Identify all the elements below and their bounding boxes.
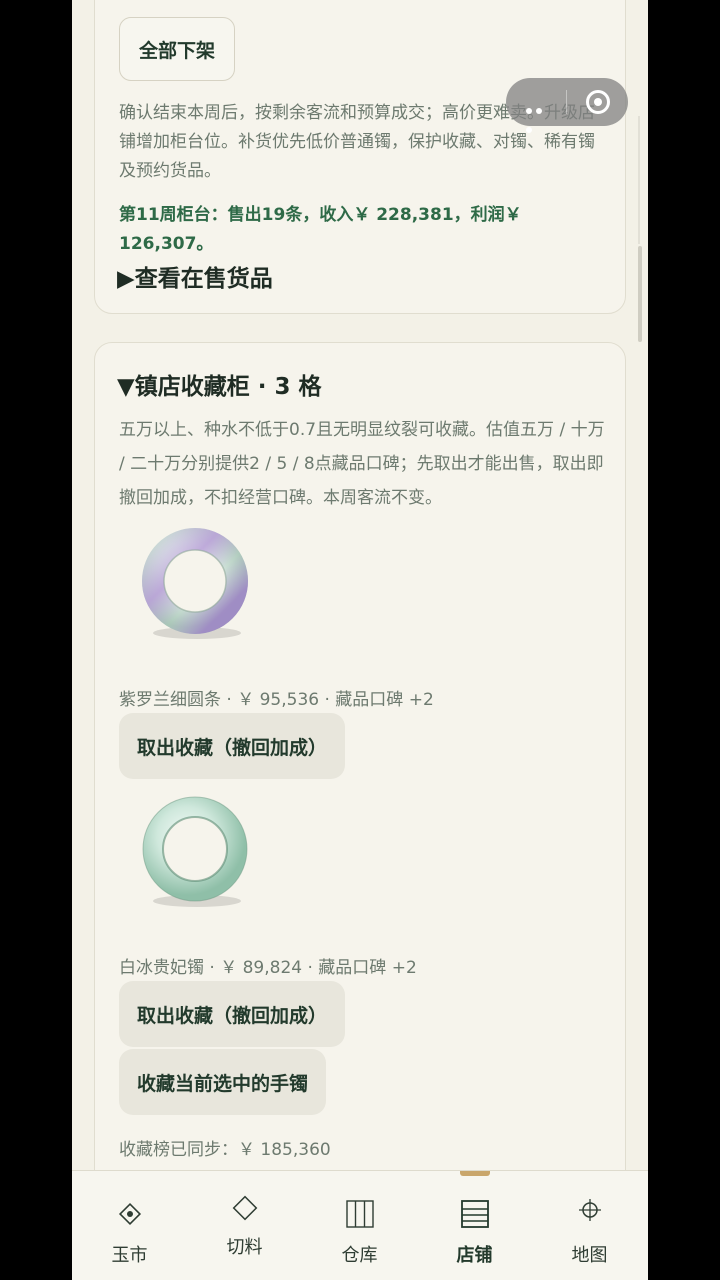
tab-label: 切料 <box>226 1237 263 1258</box>
collection-item-info: 紫罗兰细圆条 · ￥ 95,536 · 藏品口碑 +2 <box>119 690 434 710</box>
capsule-divider <box>566 90 567 114</box>
collection-sync-status: 收藏榜已同步：￥ 185,360 <box>119 1140 331 1160</box>
diamond-dot-icon <box>72 1197 187 1231</box>
miniprogram-capsule <box>506 78 628 133</box>
tab-map[interactable]: 地图 <box>532 1171 647 1280</box>
collection-description: 五万以上、种水不低于0.7且无明显纹裂可收藏。估值五万 / 十万 / 二十万分别… <box>119 420 605 508</box>
collection-cabinet-card: ▼镇店收藏柜 · 3 格 五万以上、种水不低于0.7且无明显纹裂可收藏。估值五万… <box>94 342 626 1202</box>
tab-label: 店铺 <box>456 1245 493 1266</box>
collect-selected-bangle-button[interactable]: 收藏当前选中的手镯 <box>119 1049 327 1115</box>
bottom-tab-bar: 玉市 切料 仓库 店铺 地图 <box>72 1170 648 1280</box>
more-icon[interactable] <box>526 99 554 133</box>
diamond-outline-icon <box>187 1191 302 1225</box>
collection-heading[interactable]: ▼镇店收藏柜 · 3 格 <box>117 367 321 401</box>
withdraw-collection-button[interactable]: 取出收藏（撤回加成） <box>119 981 346 1047</box>
tab-label: 仓库 <box>341 1245 378 1266</box>
withdraw-collection-button[interactable]: 取出收藏（撤回加成） <box>119 713 346 779</box>
tab-label: 地图 <box>571 1245 608 1266</box>
store-list-icon <box>417 1197 532 1231</box>
app-screen: 全部下架 确认结束本周后，按剩余客流和预算成交；高价更难卖。升级店铺增加柜台位。… <box>72 0 648 1280</box>
shelves-icon <box>302 1197 417 1231</box>
bangle-image-violet <box>142 528 248 639</box>
scrollbar-thumb[interactable] <box>638 246 642 342</box>
collection-item-info: 白冰贵妃镯 · ￥ 89,824 · 藏品口碑 +2 <box>119 958 417 978</box>
week-summary: 第11周柜台：售出19条，收入￥ 228,381，利润￥ 126,307。 <box>119 205 522 254</box>
delist-all-button[interactable]: 全部下架 <box>119 17 235 81</box>
crosshair-icon <box>532 1193 647 1227</box>
close-target-icon[interactable] <box>586 90 610 114</box>
view-on-sale-toggle[interactable]: ▶查看在售货品 <box>117 259 273 293</box>
tab-market[interactable]: 玉市 <box>72 1171 187 1280</box>
shop-counter-card: 全部下架 确认结束本周后，按剩余客流和预算成交；高价更难卖。升级店铺增加柜台位。… <box>94 0 626 314</box>
tab-label: 玉市 <box>111 1245 148 1266</box>
bangle-image-icy-white <box>142 796 248 907</box>
tab-warehouse[interactable]: 仓库 <box>302 1171 417 1280</box>
scroll-track <box>638 116 640 244</box>
tab-cutting[interactable]: 切料 <box>187 1171 302 1280</box>
tab-store[interactable]: 店铺 <box>417 1171 532 1280</box>
